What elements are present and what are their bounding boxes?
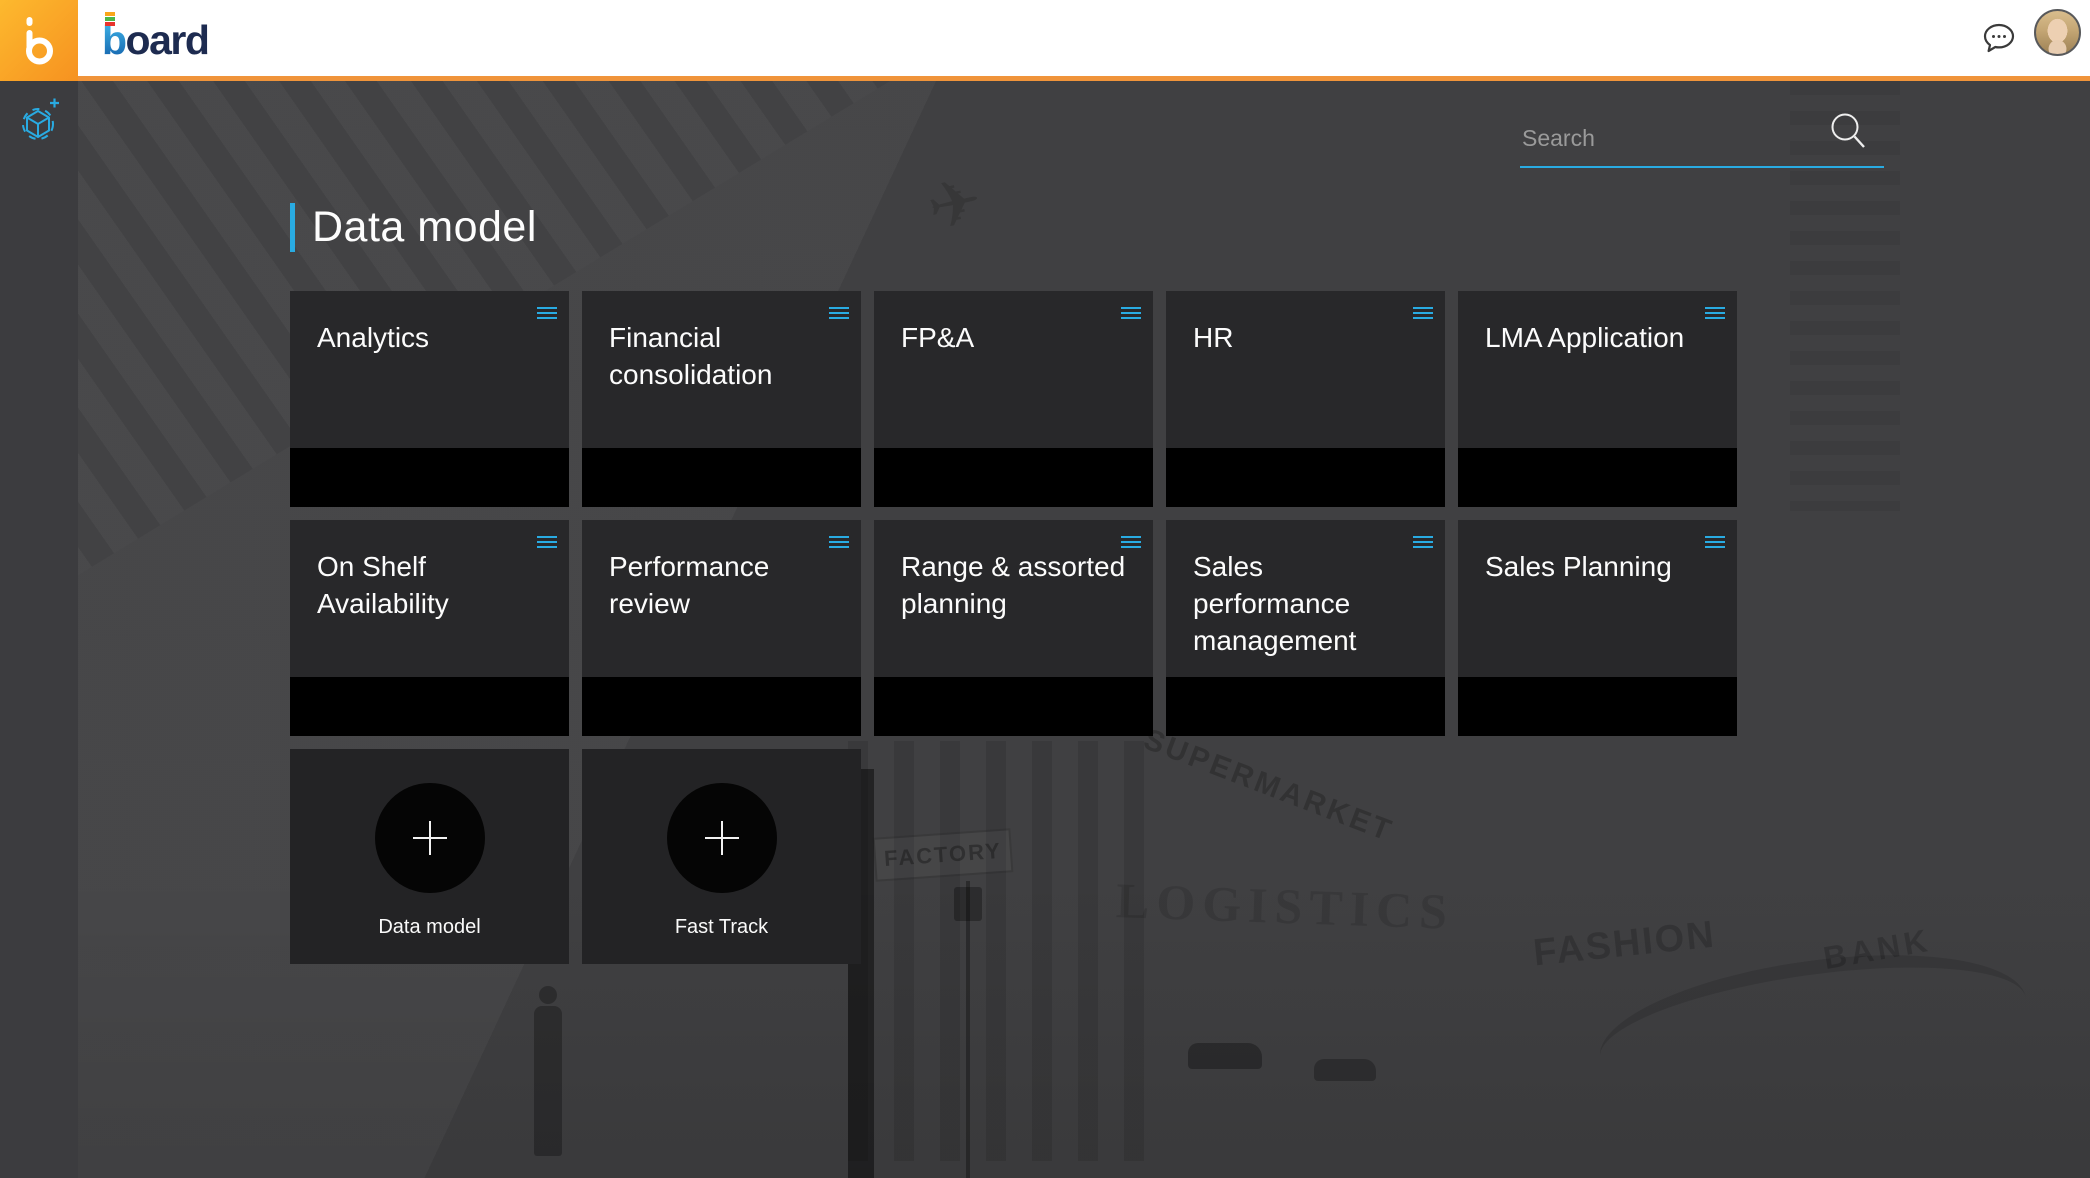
tile-footer (1458, 448, 1737, 507)
add-circle-button[interactable] (667, 783, 777, 893)
datamodel-tile[interactable]: Sales performance management (1166, 520, 1445, 736)
add-tile[interactable]: Data model (290, 749, 569, 964)
tile-title: Sales performance management (1166, 520, 1445, 659)
page-title: Data model (312, 203, 537, 252)
bg-bank-sign: BANK (1821, 922, 1934, 977)
chat-button[interactable] (1982, 21, 2016, 55)
add-tile-label: Fast Track (675, 916, 768, 939)
left-sidebar (0, 81, 78, 1178)
tile-body: Financial consolidation (582, 291, 861, 448)
tile-menu-icon[interactable] (1413, 536, 1433, 551)
datamodel-tile[interactable]: Range & assorted planning (874, 520, 1153, 736)
bg-car (1314, 1059, 1376, 1081)
tile-menu-icon[interactable] (537, 536, 557, 551)
logo-letters-oard: oard (126, 17, 209, 63)
tile-menu-icon[interactable] (1705, 307, 1725, 322)
bg-plane-silhouette: ✈ (921, 162, 989, 247)
tile-footer (582, 448, 861, 507)
tile-body: HR (1166, 291, 1445, 448)
tile-footer (290, 677, 569, 736)
add-tile-label: Data model (378, 916, 480, 939)
magnifier-icon (1826, 109, 1870, 153)
cube-plus-icon (17, 95, 61, 145)
datamodel-tile[interactable]: FP&A (874, 291, 1153, 507)
board-logo-square-button[interactable] (0, 0, 78, 81)
tile-body: Performance review (582, 520, 861, 677)
top-header-bar: board (0, 0, 2090, 81)
tile-footer (582, 677, 861, 736)
tile-body: Sales performance management (1166, 520, 1445, 677)
tile-title: FP&A (874, 291, 1153, 356)
datamodel-tile[interactable]: HR (1166, 291, 1445, 507)
logo-stripes-icon (105, 12, 115, 27)
tile-footer (290, 448, 569, 507)
tile-title: Analytics (290, 291, 569, 356)
tile-menu-icon[interactable] (829, 536, 849, 551)
tile-menu-icon[interactable] (1121, 307, 1141, 322)
tile-title: LMA Application (1458, 291, 1737, 356)
tile-title: Sales Planning (1458, 520, 1737, 585)
tile-menu-icon[interactable] (1413, 307, 1433, 322)
add-circle-button[interactable] (375, 783, 485, 893)
user-avatar[interactable] (2034, 9, 2081, 56)
new-datamodel-button[interactable] (17, 95, 61, 145)
tile-body: On Shelf Availability (290, 520, 569, 677)
datamodel-tile[interactable]: Financial consolidation (582, 291, 861, 507)
datamodel-tile[interactable]: Performance review (582, 520, 861, 736)
tile-menu-icon[interactable] (1121, 536, 1141, 551)
search-button[interactable] (1826, 109, 1870, 153)
datamodel-tile[interactable]: On Shelf Availability (290, 520, 569, 736)
board-b-icon (24, 17, 54, 65)
tile-grid: Analytics Financial consolidation FP&A H… (290, 291, 1737, 964)
tile-title: Range & assorted planning (874, 520, 1153, 622)
tile-title: HR (1166, 291, 1445, 356)
tile-title: Performance review (582, 520, 861, 622)
tile-body: Range & assorted planning (874, 520, 1153, 677)
tile-footer (1166, 677, 1445, 736)
tile-body: Sales Planning (1458, 520, 1737, 677)
datamodel-tile[interactable]: Sales Planning (1458, 520, 1737, 736)
tile-body: Analytics (290, 291, 569, 448)
plus-icon (705, 821, 739, 855)
board-wordmark-logo: board (102, 13, 208, 63)
tile-footer (874, 677, 1153, 736)
chat-bubble-icon (1982, 21, 2016, 55)
logo-text: board (102, 17, 208, 63)
tile-title: Financial consolidation (582, 291, 861, 393)
tile-title: On Shelf Availability (290, 520, 569, 622)
bg-car (1188, 1043, 1262, 1069)
tile-menu-icon[interactable] (1705, 536, 1725, 551)
main-canvas: ✈ FACTORY SUPERMARKET LOGISTICS FASHION … (78, 81, 2090, 1178)
page-title-row: Data model (290, 203, 537, 252)
tile-menu-icon[interactable] (829, 307, 849, 322)
add-tile[interactable]: Fast Track (582, 749, 861, 964)
plus-icon (413, 821, 447, 855)
search-box (1520, 115, 1884, 173)
bg-person-silhouette (526, 986, 570, 1176)
tile-body: FP&A (874, 291, 1153, 448)
tile-footer (1458, 677, 1737, 736)
tile-footer (1166, 448, 1445, 507)
tile-footer (874, 448, 1153, 507)
datamodel-tile[interactable]: LMA Application (1458, 291, 1737, 507)
datamodel-tile[interactable]: Analytics (290, 291, 569, 507)
tile-menu-icon[interactable] (537, 307, 557, 322)
tile-body: LMA Application (1458, 291, 1737, 448)
title-accent-bar (290, 203, 295, 252)
